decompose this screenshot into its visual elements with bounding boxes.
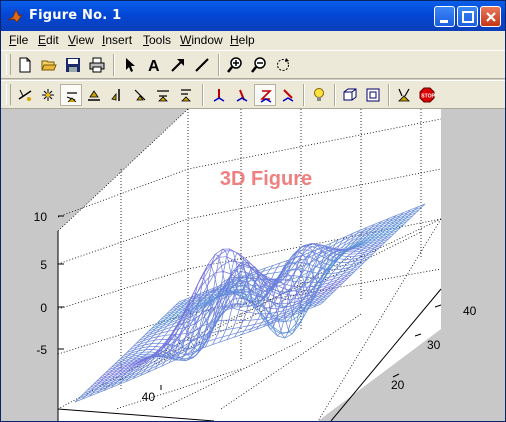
z-tick-label: 5 (40, 258, 47, 272)
matlab-logo-icon (7, 9, 23, 23)
menu-file[interactable]: File (9, 33, 28, 47)
toolbar-separator (303, 84, 305, 106)
y-tick-label: 30 (427, 338, 441, 352)
camera-roll-icon (181, 89, 191, 102)
camera-move-vertical-icon (111, 89, 120, 101)
open-folder-icon (41, 60, 57, 71)
svg-text:A: A (148, 58, 160, 73)
principal-axis-y-icon (236, 89, 248, 102)
menu-insert[interactable]: Insert (102, 33, 132, 47)
figure-title: 3D Figure (220, 168, 312, 190)
toolbar-grip[interactable] (6, 84, 11, 105)
zoom-in-icon (227, 57, 242, 73)
zoom-in-button[interactable] (224, 54, 246, 76)
rotate-3d-button[interactable] (272, 54, 294, 76)
minimize-button[interactable] (434, 6, 455, 27)
principal-axis-x-icon (213, 89, 225, 102)
principal-axis-x-button[interactable] (208, 84, 230, 106)
move-horizontal-button[interactable] (83, 84, 105, 106)
roll-camera-button[interactable] (175, 84, 197, 106)
stop-camera-motion-icon: STOP (419, 87, 435, 103)
insert-line-button[interactable] (191, 54, 213, 76)
stop-camera-button[interactable]: STOP (416, 84, 438, 106)
insert-text-icon: A (148, 58, 160, 73)
insert-arrow-button[interactable] (167, 54, 189, 76)
principal-axis-none-icon (282, 89, 294, 102)
principal-axis-z-icon (260, 90, 272, 103)
perspective-projection-icon (366, 88, 380, 102)
edit-plot-button[interactable] (119, 54, 141, 76)
axes-3d[interactable]: 3D Figure 10 5 0 -5 40 20 30 40 (1, 109, 505, 421)
move-forward-back-button[interactable] (129, 84, 151, 106)
new-file-icon (19, 57, 31, 73)
menu-window[interactable]: Window (180, 33, 223, 47)
menu-help[interactable]: Help (230, 33, 255, 47)
maximize-icon (462, 11, 474, 23)
insert-text-button[interactable]: A (143, 54, 165, 76)
camera-toolbar: STOP (1, 80, 505, 109)
z-tick-label: -5 (36, 343, 47, 357)
menu-bar: File Edit View Insert Tools Window Help (1, 31, 505, 50)
pan-tilt-camera-button[interactable] (60, 84, 82, 106)
z-tick-label: 0 (40, 301, 47, 315)
minimize-icon (440, 20, 448, 23)
figure-canvas[interactable]: 3D Figure 10 5 0 -5 40 20 30 40 (1, 109, 505, 421)
close-button[interactable] (480, 6, 501, 27)
open-file-button[interactable] (38, 54, 60, 76)
principal-axis-y-button[interactable] (231, 84, 253, 106)
camera-pan-tilt-icon (66, 92, 77, 103)
print-icon (89, 57, 105, 73)
y-tick-label: 40 (463, 304, 477, 318)
orthographic-projection-icon (343, 88, 357, 101)
svg-text:STOP: STOP (421, 93, 435, 99)
toolbar-separator (218, 54, 220, 76)
camera-move-horizontal-icon (88, 90, 100, 101)
toolbar-grip[interactable] (6, 54, 11, 75)
rotate-3d-icon (277, 58, 289, 71)
window-title: Figure No. 1 (29, 8, 122, 23)
save-button[interactable] (62, 54, 84, 76)
menu-edit[interactable]: Edit (38, 33, 59, 47)
zoom-out-button[interactable] (248, 54, 270, 76)
insert-line-icon (195, 58, 209, 72)
reset-camera-icon (398, 88, 410, 102)
move-vertical-button[interactable] (106, 84, 128, 106)
principal-axis-none-button[interactable] (277, 84, 299, 106)
toggle-light-button[interactable] (308, 84, 330, 106)
toolbar-separator (202, 84, 204, 106)
camera-orbit-scene-light-icon (42, 89, 54, 101)
new-figure-button[interactable] (14, 54, 36, 76)
figure-window: Figure No. 1 File Edit View Insert Tools… (0, 0, 506, 422)
edit-plot-arrow-icon (126, 58, 135, 72)
print-button[interactable] (86, 54, 108, 76)
z-tick-label: 10 (34, 210, 48, 224)
camera-orbit-icon (18, 89, 32, 101)
toolbar-separator (113, 54, 115, 76)
orthographic-button[interactable] (339, 84, 361, 106)
orbit-camera-button[interactable] (14, 84, 36, 106)
zoom-camera-button[interactable] (152, 84, 174, 106)
toggle-scene-light-icon (314, 88, 324, 101)
y-tick-label: 20 (391, 378, 405, 392)
camera-zoom-icon (157, 90, 169, 102)
toolbar-separator (388, 84, 390, 106)
menu-tools[interactable]: Tools (143, 33, 171, 47)
orbit-light-button[interactable] (37, 84, 59, 106)
insert-arrow-icon (171, 59, 184, 72)
principal-axis-z-button[interactable] (254, 84, 276, 106)
close-icon (486, 12, 496, 22)
menu-view[interactable]: View (68, 33, 94, 47)
maximize-button[interactable] (457, 6, 478, 27)
figure-toolbar: A (1, 50, 505, 79)
save-icon (66, 58, 80, 72)
toolbar-separator (334, 84, 336, 106)
zoom-out-icon (251, 57, 266, 73)
title-bar[interactable]: Figure No. 1 (1, 1, 505, 31)
camera-move-forward-back-icon (134, 89, 146, 101)
reset-camera-button[interactable] (393, 84, 415, 106)
perspective-button[interactable] (362, 84, 384, 106)
x-tick-label: 40 (142, 390, 156, 404)
